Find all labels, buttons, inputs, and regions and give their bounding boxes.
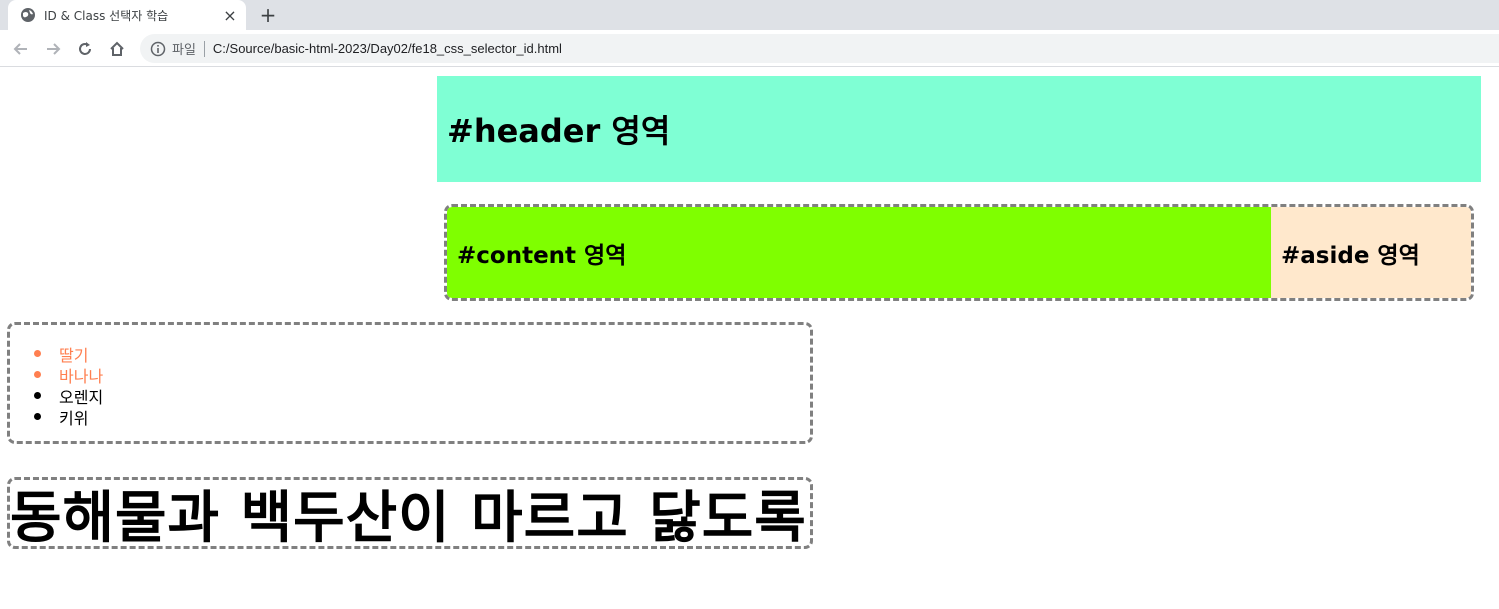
browser-tab[interactable]: ID & Class 선택자 학습 × [8,0,246,30]
home-icon[interactable] [104,36,130,62]
aside-region: #aside 영역 [1271,207,1471,298]
fruit-list: 딸기 바나나 오렌지 키위 [7,322,813,444]
tab-title: ID & Class 선택자 학습 [44,8,169,23]
list-item-label: 키위 [59,408,89,428]
slogan-heading: 동해물과 백두산이 마르고 닳도록 [10,485,807,549]
bullet-icon [34,413,41,420]
slogan-box: 동해물과 백두산이 마르고 닳도록 [7,477,813,549]
header-heading: #header 영역 [447,112,671,150]
list-item: 딸기 [28,343,810,365]
new-tab-button[interactable]: + [256,3,280,27]
back-arrow-icon[interactable] [8,36,34,62]
address-separator [203,40,205,57]
page-content: #header 영역 #content 영역 #aside 영역 딸기 바나나 … [0,68,1499,609]
list-item: 키위 [28,406,810,428]
forward-arrow-icon[interactable] [40,36,66,62]
content-region: #content 영역 [447,207,1271,298]
bullet-icon [34,371,41,378]
wrap-container: #content 영역 #aside 영역 [444,204,1474,301]
browser-toolbar: 파일 C:/Source/basic-html-2023/Day02/fe18_… [0,30,1499,67]
bullet-icon [34,350,41,357]
content-heading: #content 영역 [457,242,627,269]
header-region: #header 영역 [437,76,1481,182]
globe-icon [20,7,36,23]
list-item: 바나나 [28,364,810,386]
close-icon[interactable]: × [220,5,240,25]
browser-tab-bar: ID & Class 선택자 학습 × + [0,0,1499,30]
list-item: 오렌지 [28,385,810,407]
reload-icon[interactable] [72,36,98,62]
aside-heading: #aside 영역 [1281,242,1420,269]
address-scheme: 파일 [172,43,196,58]
bullet-icon [34,392,41,399]
info-icon[interactable] [150,41,166,57]
address-url[interactable]: C:/Source/basic-html-2023/Day02/fe18_css… [213,41,562,56]
address-bar[interactable]: 파일 C:/Source/basic-html-2023/Day02/fe18_… [140,34,1499,63]
